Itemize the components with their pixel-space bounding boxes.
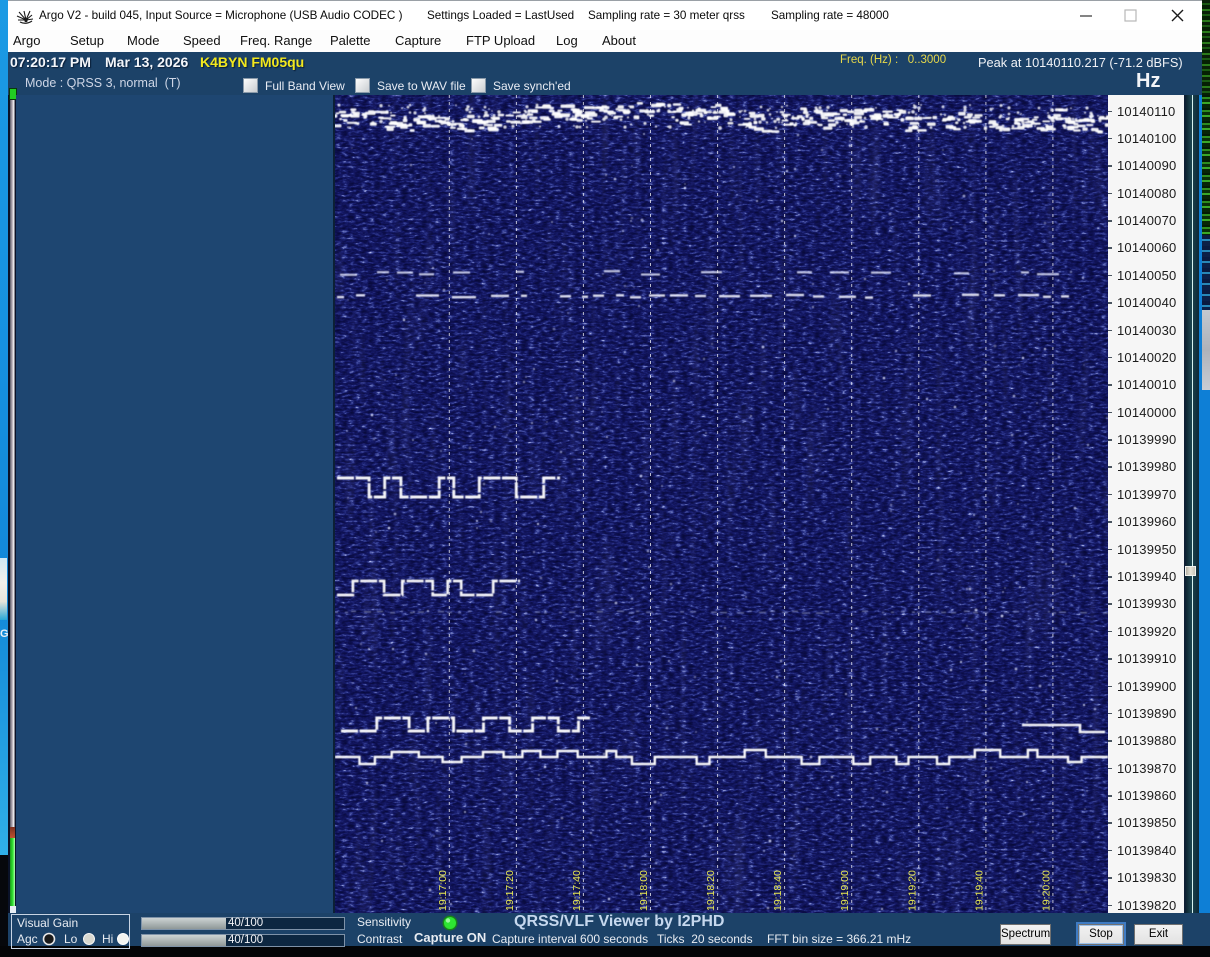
svg-text:19:17:00: 19:17:00: [437, 870, 449, 911]
svg-text:19:17:40: 19:17:40: [571, 870, 583, 911]
svg-text:19:18:00: 19:18:00: [638, 870, 650, 911]
svg-text:19:18:40: 19:18:40: [772, 870, 784, 911]
svg-text:19:19:00: 19:19:00: [839, 870, 851, 911]
svg-text:19:19:20: 19:19:20: [906, 870, 918, 911]
svg-text:19:18:20: 19:18:20: [705, 870, 717, 911]
svg-text:19:19:40: 19:19:40: [973, 870, 985, 911]
svg-text:19:20:00: 19:20:00: [1040, 870, 1052, 911]
svg-text:19:17:20: 19:17:20: [504, 870, 516, 911]
